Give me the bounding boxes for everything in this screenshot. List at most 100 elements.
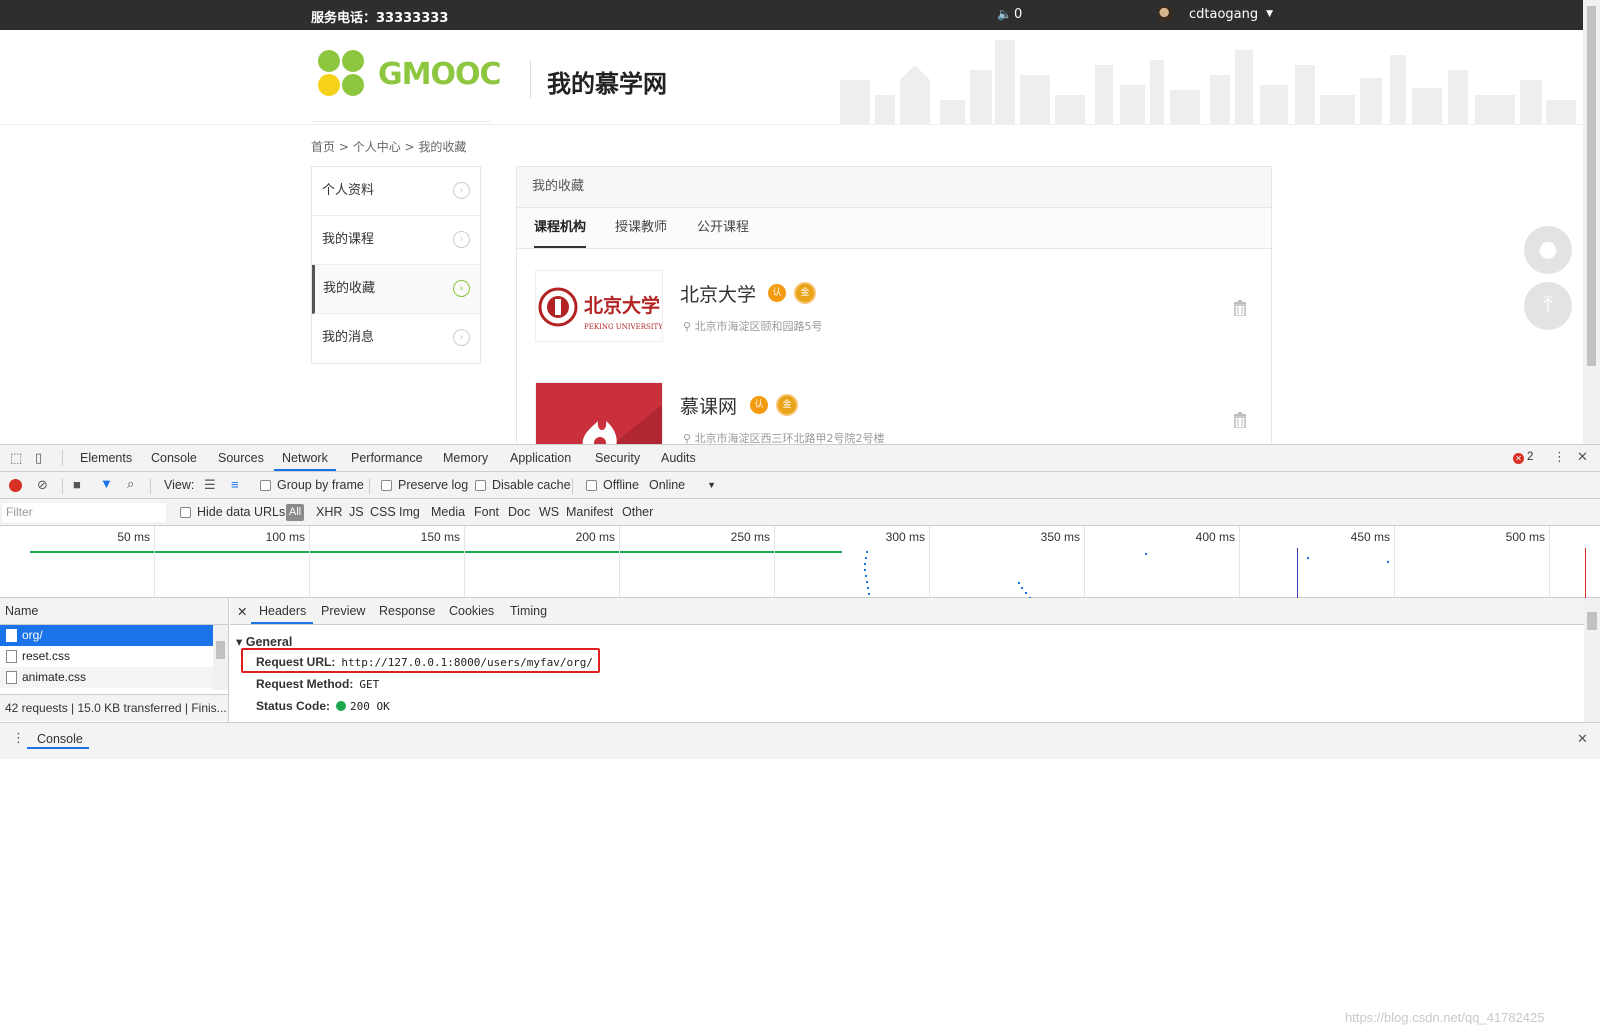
sidebar-item-my-messages[interactable]: 我的消息 › [312, 314, 480, 363]
preserve-log-checkbox[interactable]: Preserve log [381, 478, 468, 492]
tab-timing[interactable]: Timing [510, 604, 547, 618]
request-row[interactable]: org/ [0, 625, 213, 646]
request-row[interactable]: animate.css [0, 667, 213, 688]
sidebar-item-my-courses[interactable]: 我的课程 › [312, 216, 480, 265]
filter-type-all[interactable]: All [286, 504, 304, 521]
timeline-request-dot [866, 551, 868, 553]
timeline-gridline [154, 526, 155, 598]
throttling-select[interactable]: Online ▼ [649, 478, 716, 492]
breadcrumb-user-center[interactable]: 个人中心 [353, 140, 401, 154]
toolbar-divider [369, 478, 370, 494]
filter-input[interactable]: Filter [2, 503, 166, 522]
filter-type-manifest[interactable]: Manifest [566, 505, 613, 519]
filter-type-font[interactable]: Font [474, 505, 499, 519]
status-code-row: Status Code: 200 OK [256, 699, 390, 713]
detail-scrollbar[interactable] [1584, 598, 1600, 722]
filter-icon[interactable]: ▼ [100, 476, 113, 491]
back-to-top-button[interactable]: ⤒ [1524, 282, 1572, 330]
tab-preview[interactable]: Preview [321, 604, 365, 618]
search-icon[interactable]: ⌕ [127, 476, 134, 492]
org-logo-pku[interactable]: 北京大学 PEKING UNIVERSITY [535, 270, 663, 342]
drawer-menu-icon[interactable]: ⋮ [12, 730, 25, 746]
site-logo[interactable]: GMOOC [318, 50, 501, 98]
inspect-element-icon[interactable]: ⬚ [10, 450, 22, 466]
qq-penguin-icon: ● [1538, 237, 1558, 262]
toolbar-divider [150, 478, 151, 494]
waterfall-view-icon[interactable]: ≡ [231, 477, 239, 492]
breadcrumb-separator: > [400, 140, 419, 154]
trash-icon[interactable] [1233, 300, 1247, 316]
scrollbar-thumb[interactable] [216, 641, 225, 659]
filter-type-css[interactable]: CSS [370, 505, 396, 519]
timeline-gridline [309, 526, 310, 598]
service-phone: 服务电话：33333333 [311, 11, 449, 26]
hide-data-urls-checkbox[interactable]: Hide data URLs [180, 505, 285, 519]
request-row[interactable]: reset.css [0, 646, 213, 667]
org-name[interactable]: 北京大学 [680, 280, 756, 307]
tab-application[interactable]: Application [510, 451, 571, 465]
tab-headers[interactable]: Headers [259, 604, 306, 618]
record-icon[interactable] [9, 479, 22, 492]
tab-network[interactable]: Network [282, 451, 328, 465]
tab-cookies[interactable]: Cookies [449, 604, 494, 618]
trash-icon[interactable] [1233, 412, 1247, 428]
network-overview-timeline[interactable]: 50 ms 100 ms 150 ms 200 ms 250 ms 300 ms 350 m… [0, 526, 1600, 599]
filter-type-other[interactable]: Other [622, 505, 653, 519]
tab-audits[interactable]: Audits [661, 451, 696, 465]
qq-chat-button[interactable]: ● [1524, 226, 1572, 274]
tab-elements[interactable]: Elements [80, 451, 132, 465]
breadcrumb-home[interactable]: 首页 [311, 140, 335, 154]
filter-type-media[interactable]: Media [431, 505, 465, 519]
error-counter[interactable]: ✕ 2 [1513, 451, 1533, 464]
drawer-tab-console[interactable]: Console [37, 732, 83, 746]
tab-security[interactable]: Security [595, 451, 640, 465]
timeline-request-dot [864, 569, 866, 571]
clear-icon[interactable]: ⊘ [37, 477, 48, 493]
close-drawer-icon[interactable]: ✕ [1577, 731, 1588, 747]
tab-response[interactable]: Response [379, 604, 435, 618]
name-column-header[interactable]: Name [0, 598, 228, 625]
org-name[interactable]: 慕课网 [680, 392, 737, 419]
tab-teachers[interactable]: 授课教师 [615, 208, 667, 248]
org-logo-imooc[interactable] [535, 382, 663, 444]
speaker-icon: 🔈 [997, 7, 1012, 21]
timeline-gridline [1549, 526, 1550, 598]
general-section-toggle[interactable]: ▾ General [236, 634, 292, 649]
tab-console[interactable]: Console [151, 451, 197, 465]
notification-bell[interactable]: 🔈 0 [997, 7, 1022, 22]
tab-sources[interactable]: Sources [218, 451, 264, 465]
site-header: GMOOC 我的慕学网 [0, 30, 1583, 125]
filter-type-xhr[interactable]: XHR [316, 505, 342, 519]
request-list-scrollbar[interactable] [213, 625, 228, 690]
tab-open-courses[interactable]: 公开课程 [697, 208, 749, 248]
timeline-gridline [929, 526, 930, 598]
sidebar-item-my-favorites[interactable]: 我的收藏 › [312, 265, 480, 314]
close-devtools-icon[interactable]: ✕ [1577, 449, 1588, 465]
org-address: ⚲ 北京市海淀区颐和园路5号 [683, 320, 823, 333]
timeline-gridline [1084, 526, 1085, 598]
tab-organizations[interactable]: 课程机构 [534, 208, 587, 248]
filter-type-img[interactable]: Img [399, 505, 420, 519]
disable-cache-checkbox[interactable]: Disable cache [475, 478, 571, 492]
offline-checkbox[interactable]: Offline [586, 478, 639, 492]
timeline-request-dot [1021, 587, 1023, 589]
filter-type-js[interactable]: JS [349, 505, 364, 519]
page-scrollbar[interactable] [1583, 0, 1600, 444]
tab-performance[interactable]: Performance [351, 451, 423, 465]
arrow-up-icon: ⤒ [1543, 293, 1553, 318]
scrollbar-thumb[interactable] [1587, 6, 1596, 366]
device-toolbar-icon[interactable]: ▯ [35, 450, 42, 466]
scrollbar-thumb[interactable] [1587, 612, 1597, 630]
group-by-frame-checkbox[interactable]: Group by frame [260, 478, 364, 492]
screenshot-camera-icon[interactable]: ■ [73, 477, 81, 492]
more-options-icon[interactable]: ⋮ [1553, 449, 1566, 465]
notice-count: 0 [1013, 7, 1023, 22]
large-rows-icon[interactable]: ☰ [204, 477, 216, 493]
filter-type-ws[interactable]: WS [539, 505, 559, 519]
sidebar-item-profile[interactable]: 个人资料 › [312, 167, 480, 216]
tab-memory[interactable]: Memory [443, 451, 488, 465]
filter-type-doc[interactable]: Doc [508, 505, 530, 519]
csdn-watermark: https://blog.csdn.net/qq_41782425 [1345, 1010, 1545, 1025]
user-menu[interactable]: cdtaogang ▼ [1157, 6, 1273, 22]
close-detail-icon[interactable]: ✕ [237, 604, 247, 619]
